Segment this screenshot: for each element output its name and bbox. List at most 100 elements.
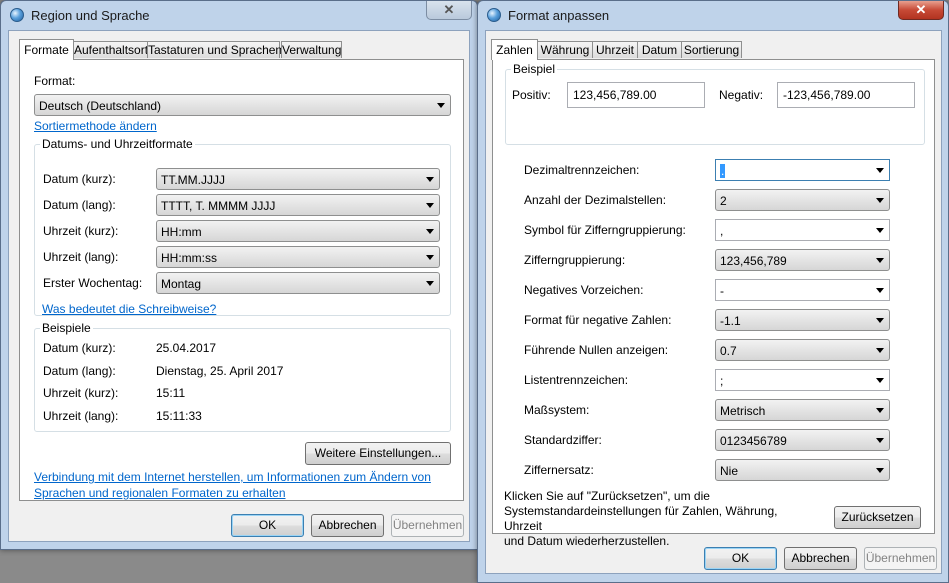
standard-digits-select[interactable]: 0123456789 xyxy=(715,429,890,451)
digit-grouping-select[interactable]: 123,456,789 xyxy=(715,249,890,271)
left-cancel-button[interactable]: Abbrechen xyxy=(311,514,384,537)
tab-zahlen[interactable]: Zahlen xyxy=(491,39,538,60)
setting-label: Ziffernersatz: xyxy=(524,463,594,477)
negative-example-field[interactable]: -123,456,789.00 xyxy=(777,82,915,108)
first-weekday-select[interactable]: Montag xyxy=(156,272,440,294)
decimal-separator-value: . xyxy=(720,164,726,178)
tab-waehrung[interactable]: Währung xyxy=(537,41,593,58)
chevron-down-icon xyxy=(876,258,884,263)
setting-label: Dezimaltrennzeichen: xyxy=(524,163,640,177)
chevron-down-icon xyxy=(876,288,884,293)
chevron-down-icon xyxy=(876,378,884,383)
right-tab-strip: Zahlen Währung Uhrzeit Datum Sortierung xyxy=(486,39,941,60)
left-titlebar[interactable]: Region und Sprache ✕ xyxy=(1,1,477,29)
positive-example-value: 123,456,789.00 xyxy=(573,88,657,102)
example-label: Datum (kurz): xyxy=(43,341,116,355)
decimal-places-select[interactable]: 2 xyxy=(715,189,890,211)
list-separator-value: ; xyxy=(720,374,724,388)
region-language-window: Region und Sprache ✕ Formate Aufenthalts… xyxy=(0,0,478,550)
internet-info-link-cont[interactable]: Sprachen und regionalen Formaten zu erha… xyxy=(34,486,286,500)
customize-format-window: Format anpassen ✕ Zahlen Währung Uhrzeit… xyxy=(477,0,949,583)
chevron-down-icon xyxy=(426,177,434,182)
tab-uhrzeit[interactable]: Uhrzeit xyxy=(592,41,638,58)
time-long-select[interactable]: HH:mm:ss xyxy=(156,246,440,268)
grouping-symbol-select[interactable]: , xyxy=(715,219,890,241)
chevron-down-icon xyxy=(876,438,884,443)
chevron-down-icon xyxy=(876,408,884,413)
datetime-group: Datums- und Uhrzeitformate Datum (kurz):… xyxy=(34,137,451,316)
tab-formate[interactable]: Formate xyxy=(19,39,74,60)
decimal-places-value: 2 xyxy=(720,194,727,208)
chevron-down-icon xyxy=(437,103,445,108)
right-client-area: Zahlen Währung Uhrzeit Datum Sortierung … xyxy=(485,30,942,574)
reset-instructions-line: Systemstandardeinstellungen für Zahlen, … xyxy=(504,504,778,533)
tab-sortierung[interactable]: Sortierung xyxy=(681,41,742,58)
right-titlebar[interactable]: Format anpassen ✕ xyxy=(478,1,948,29)
digit-substitution-value: Nie xyxy=(720,464,739,478)
negative-label: Negativ: xyxy=(719,88,764,102)
right-window-title: Format anpassen xyxy=(508,8,610,23)
tab-aufenthaltsort[interactable]: Aufenthaltsort xyxy=(73,41,148,58)
measurement-system-value: Metrisch xyxy=(720,404,766,418)
chevron-down-icon xyxy=(876,348,884,353)
chevron-down-icon xyxy=(426,255,434,260)
example-group: Beispiel Positiv: 123,456,789.00 Negativ… xyxy=(505,62,925,145)
negative-example-value: -123,456,789.00 xyxy=(783,88,871,102)
chevron-down-icon xyxy=(876,318,884,323)
date-long-select[interactable]: TTTT, T. MMMM JJJJ xyxy=(156,194,440,216)
chevron-down-icon xyxy=(876,198,884,203)
date-long-value: TTTT, T. MMMM JJJJ xyxy=(161,199,276,213)
left-apply-button[interactable]: Übernehmen xyxy=(391,514,464,537)
more-settings-button[interactable]: Weitere Einstellungen... xyxy=(305,442,451,465)
right-apply-button[interactable]: Übernehmen xyxy=(864,547,937,570)
chevron-down-icon xyxy=(876,228,884,233)
decimal-separator-select[interactable]: . xyxy=(715,159,890,181)
row-label-first-weekday: Erster Wochentag: xyxy=(43,276,143,290)
example-label: Datum (lang): xyxy=(43,364,116,378)
date-short-select[interactable]: TT.MM.JJJJ xyxy=(156,168,440,190)
reset-button[interactable]: Zurücksetzen xyxy=(834,506,921,529)
right-cancel-button[interactable]: Abbrechen xyxy=(784,547,857,570)
setting-label: Symbol für Zifferngruppierung: xyxy=(524,223,686,237)
datetime-group-title: Datums- und Uhrzeitformate xyxy=(40,137,195,151)
notation-help-link[interactable]: Was bedeutet die Schreibweise? xyxy=(42,302,216,316)
tab-tastaturen[interactable]: Tastaturen und Sprachen xyxy=(147,41,282,58)
example-label: Uhrzeit (lang): xyxy=(43,409,119,423)
internet-info-link[interactable]: Verbindung mit dem Internet herstellen, … xyxy=(34,470,431,484)
right-ok-button[interactable]: OK xyxy=(704,547,777,570)
time-short-value: HH:mm xyxy=(161,225,202,239)
format-select-value: Deutsch (Deutschland) xyxy=(39,99,162,113)
setting-label: Zifferngruppierung: xyxy=(524,253,626,267)
tab-datum[interactable]: Datum xyxy=(637,41,682,58)
right-close-button[interactable]: ✕ xyxy=(898,1,944,20)
tab-verwaltung[interactable]: Verwaltung xyxy=(281,41,342,58)
negative-format-select[interactable]: -1.1 xyxy=(715,309,890,331)
standard-digits-value: 0123456789 xyxy=(720,434,787,448)
setting-label: Führende Nullen anzeigen: xyxy=(524,343,669,357)
example-value: 25.04.2017 xyxy=(156,341,217,355)
chevron-down-icon xyxy=(876,168,884,173)
grouping-symbol-value: , xyxy=(720,224,724,238)
format-label: Format: xyxy=(34,74,76,88)
left-close-button[interactable]: ✕ xyxy=(426,1,472,20)
digit-substitution-select[interactable]: Nie xyxy=(715,459,890,481)
setting-label: Listentrennzeichen: xyxy=(524,373,629,387)
left-ok-button[interactable]: OK xyxy=(231,514,304,537)
positive-example-field[interactable]: 123,456,789.00 xyxy=(567,82,705,108)
format-select[interactable]: Deutsch (Deutschland) xyxy=(34,94,451,116)
examples-group: Beispiele Datum (kurz): 25.04.2017 Datum… xyxy=(34,321,451,432)
sort-method-link[interactable]: Sortiermethode ändern xyxy=(34,119,157,133)
measurement-system-select[interactable]: Metrisch xyxy=(715,399,890,421)
positive-label: Positiv: xyxy=(512,88,551,102)
time-short-select[interactable]: HH:mm xyxy=(156,220,440,242)
example-value: 15:11:33 xyxy=(156,409,202,423)
left-tab-strip: Formate Aufenthaltsort Tastaturen und Sp… xyxy=(9,39,469,60)
time-long-value: HH:mm:ss xyxy=(161,251,217,265)
setting-label: Anzahl der Dezimalstellen: xyxy=(524,193,667,207)
negative-sign-select[interactable]: - xyxy=(715,279,890,301)
leading-zeros-select[interactable]: 0.7 xyxy=(715,339,890,361)
setting-label: Standardziffer: xyxy=(524,433,602,447)
setting-label: Negatives Vorzeichen: xyxy=(524,283,644,297)
list-separator-select[interactable]: ; xyxy=(715,369,890,391)
globe-icon xyxy=(487,8,501,22)
